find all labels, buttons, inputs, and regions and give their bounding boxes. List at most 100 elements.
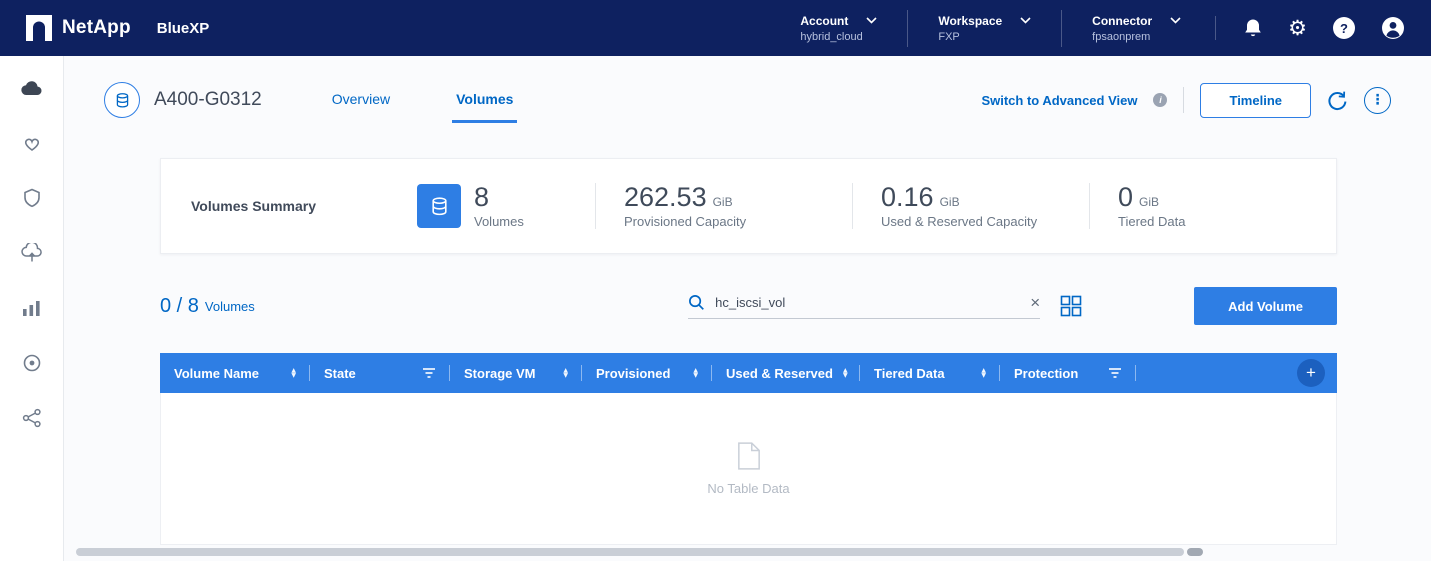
working-environment-icon <box>104 82 140 118</box>
stat-tiered-value: 0 <box>1118 183 1133 211</box>
filter-icon <box>422 367 436 379</box>
nodes-icon <box>22 408 42 428</box>
environment-subheader: A400-G0312 Overview Volumes Switch to Ad… <box>64 56 1431 118</box>
scrollbar-thumb[interactable] <box>76 548 1184 556</box>
stat-volumes-value: 8 <box>474 183 489 211</box>
empty-file-icon <box>737 441 761 471</box>
volumes-count-label: Volumes <box>205 299 255 314</box>
chevron-down-icon <box>1020 17 1031 24</box>
stat-provisioned-label: Provisioned Capacity <box>624 214 746 229</box>
sidebar-item-analytics[interactable] <box>12 288 52 328</box>
sidebar-item-control[interactable] <box>12 343 52 383</box>
search-icon <box>688 294 705 311</box>
help-icon[interactable]: ? <box>1333 17 1355 39</box>
bar-chart-icon <box>22 299 41 317</box>
switch-advanced-view-link[interactable]: Switch to Advanced View <box>981 93 1137 108</box>
search-input[interactable] <box>715 295 1020 310</box>
profile-avatar-icon[interactable] <box>1381 16 1405 40</box>
divider <box>595 183 596 229</box>
grid-view-button[interactable] <box>1060 295 1082 317</box>
sidebar-item-mobility[interactable] <box>12 233 52 273</box>
stat-used-reserved: 0.16 GiB Used & Reserved Capacity <box>881 183 1089 229</box>
refresh-icon[interactable] <box>1327 90 1348 111</box>
heart-icon <box>22 134 42 152</box>
column-tiered-data[interactable]: Tiered Data ▲▼ <box>860 353 1000 393</box>
account-value: hybrid_cloud <box>800 31 877 43</box>
sort-icon: ▲▼ <box>981 368 986 378</box>
divider <box>1183 87 1184 113</box>
add-volume-button[interactable]: Add Volume <box>1194 287 1337 325</box>
clear-search-icon[interactable]: × <box>1030 294 1040 311</box>
tabs: Overview Volumes <box>332 91 514 109</box>
shield-icon <box>23 188 41 208</box>
tab-overview[interactable]: Overview <box>332 91 390 109</box>
stat-volumes-label: Volumes <box>474 214 524 229</box>
column-state[interactable]: State <box>310 353 450 393</box>
netapp-logo-icon <box>26 15 52 41</box>
add-column-button[interactable]: + <box>1297 359 1325 387</box>
info-icon: i <box>1153 93 1167 107</box>
timeline-button[interactable]: Timeline <box>1200 83 1311 118</box>
chevron-down-icon <box>866 17 877 24</box>
column-provisioned[interactable]: Provisioned ▲▼ <box>582 353 712 393</box>
volumes-tile-icon <box>417 184 461 228</box>
stat-tiered: 0 GiB Tiered Data <box>1118 183 1185 229</box>
app-header: NetApp BlueXP Account hybrid_cloud Works… <box>0 0 1431 56</box>
account-label: Account <box>800 14 848 28</box>
workspace-value: FXP <box>938 31 1031 43</box>
stat-provisioned-value: 262.53 <box>624 183 707 211</box>
stat-used-value: 0.16 <box>881 183 934 211</box>
volumes-table-header: Volume Name ▲▼ State Storage VM ▲▼ Provi… <box>160 353 1337 393</box>
connector-menu[interactable]: Connector fpsaonprem <box>1061 10 1211 47</box>
volumes-toolbar: 0 / 8 Volumes × Add Volume <box>160 287 1337 325</box>
stat-used-label: Used & Reserved Capacity <box>881 214 1037 229</box>
sidebar <box>0 56 64 561</box>
column-protection[interactable]: Protection <box>1000 353 1136 393</box>
workspace-menu[interactable]: Workspace FXP <box>907 10 1061 47</box>
settings-gear-icon[interactable]: ⚙ <box>1288 18 1307 39</box>
filter-icon <box>1108 367 1122 379</box>
main-content: A400-G0312 Overview Volumes Switch to Ad… <box>64 56 1431 561</box>
sidebar-item-storage[interactable] <box>12 68 52 108</box>
table-empty-state: No Table Data <box>160 393 1337 545</box>
cloud-icon <box>21 79 43 97</box>
sidebar-item-health[interactable] <box>12 123 52 163</box>
sidebar-item-protection[interactable] <box>12 178 52 218</box>
volumes-table: Volume Name ▲▼ State Storage VM ▲▼ Provi… <box>160 353 1337 545</box>
summary-title: Volumes Summary <box>191 198 417 214</box>
column-storage-vm[interactable]: Storage VM ▲▼ <box>450 353 582 393</box>
cloud-sync-icon <box>21 243 43 263</box>
stat-tiered-label: Tiered Data <box>1118 214 1185 229</box>
sort-icon: ▲▼ <box>291 368 296 378</box>
workspace-label: Workspace <box>938 14 1002 28</box>
sort-icon: ▲▼ <box>843 368 848 378</box>
sort-icon: ▲▼ <box>563 368 568 378</box>
horizontal-scrollbar <box>76 548 1203 556</box>
account-menu[interactable]: Account hybrid_cloud <box>770 10 907 47</box>
stat-provisioned-unit: GiB <box>713 195 733 209</box>
more-options-button[interactable]: ⋮ <box>1364 87 1391 114</box>
header-context: Account hybrid_cloud Workspace FXP Conne… <box>770 10 1211 47</box>
chevron-down-icon <box>1170 17 1181 24</box>
sort-icon: ▲▼ <box>693 368 698 378</box>
summary-stats: 8 Volumes 262.53 GiB <box>417 183 1306 229</box>
scrollbar-thumb-end[interactable] <box>1187 548 1203 556</box>
divider <box>852 183 853 229</box>
stat-volumes: 8 Volumes <box>417 183 595 229</box>
stat-used-unit: GiB <box>940 195 960 209</box>
sidebar-item-extensions[interactable] <box>12 398 52 438</box>
tab-volumes[interactable]: Volumes <box>456 91 513 109</box>
notifications-bell-icon[interactable] <box>1244 18 1262 39</box>
stat-provisioned: 262.53 GiB Provisioned Capacity <box>624 183 852 229</box>
volumes-summary-card: Volumes Summary 8 Volumes <box>160 158 1337 254</box>
stat-tiered-unit: GiB <box>1139 195 1159 209</box>
column-used-reserved[interactable]: Used & Reserved ▲▼ <box>712 353 860 393</box>
brand-name: NetApp <box>62 17 131 39</box>
volumes-count: 0 / 8 <box>160 295 199 318</box>
column-volume-name[interactable]: Volume Name ▲▼ <box>160 353 310 393</box>
brand: NetApp BlueXP <box>26 15 209 41</box>
page-title: A400-G0312 <box>154 89 262 111</box>
connector-label: Connector <box>1092 14 1152 28</box>
header-actions: ⚙ ? <box>1215 16 1405 40</box>
brand-product: BlueXP <box>157 20 210 37</box>
